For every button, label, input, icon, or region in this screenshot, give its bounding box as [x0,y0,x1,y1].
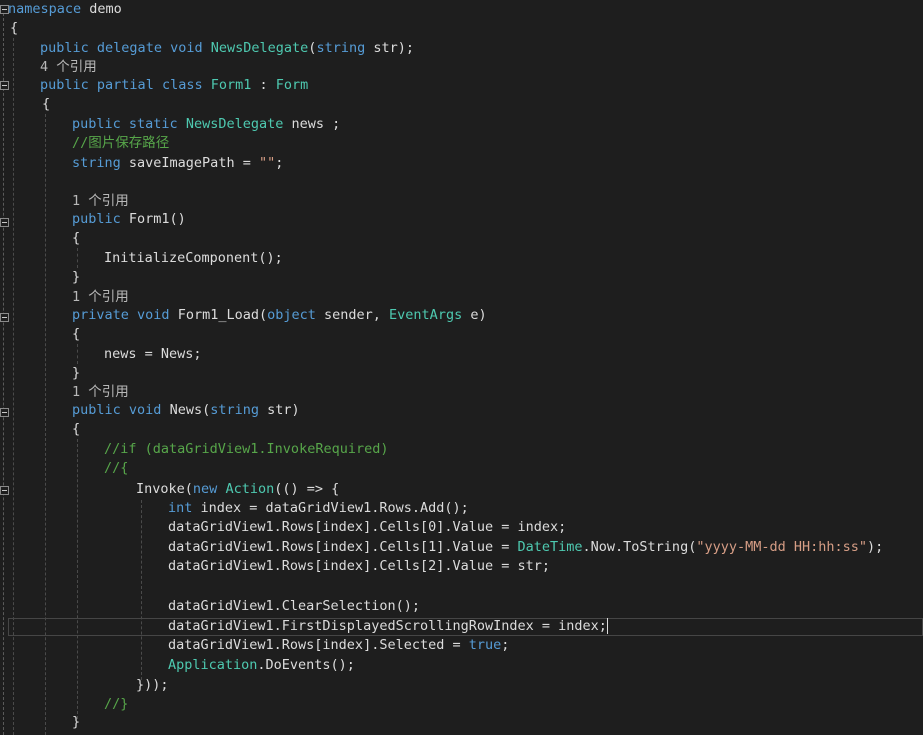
code-line[interactable]: private void Form1_Load(object sender, E… [72,306,487,326]
code-line[interactable]: dataGridView1.ClearSelection(); [168,597,420,617]
codelens-reference-count[interactable]: 1 个引用 [72,383,129,403]
code-line[interactable]: InitializeComponent(); [104,249,283,269]
codelens-reference-count[interactable]: 4 个引用 [40,58,97,78]
fold-toggle-invoke-icon[interactable] [0,486,9,495]
code-line[interactable]: namespace demo [8,0,122,20]
keyword: namespace [8,1,82,17]
code-line[interactable]: { [72,325,80,345]
code-line[interactable]: dataGridView1.Rows[index].Selected = tru… [168,636,509,656]
code-line[interactable]: dataGridView1.Rows[index].Cells[2].Value… [168,557,550,577]
fold-toggle-class-icon[interactable] [0,81,9,90]
fold-toggle-constructor-icon[interactable] [0,218,9,227]
indent-guide [141,500,142,680]
code-line[interactable]: public static NewsDelegate news ; [72,115,340,135]
code-line[interactable]: dataGridView1.Rows[index].Cells[1].Value… [168,538,883,558]
text-caret [606,618,608,634]
indent-guide [77,344,78,364]
code-editor[interactable]: namespace demo { public delegate void Ne… [0,0,923,735]
code-line[interactable]: } [72,268,80,288]
codelens-reference-count[interactable]: 1 个引用 [72,192,129,212]
code-line[interactable]: public Form1() [72,210,186,230]
code-line[interactable]: Invoke(new Action(() => { [136,480,339,500]
fold-toggle-news-method-icon[interactable] [0,408,9,417]
code-comment[interactable]: //图片保存路径 [72,134,169,154]
code-comment[interactable]: //{ [104,459,128,479]
code-line[interactable]: { [72,420,80,440]
code-line[interactable]: string saveImagePath = ""; [72,154,283,174]
indent-guide [45,114,46,735]
code-line[interactable]: })); [136,676,169,696]
code-line[interactable]: dataGridView1.FirstDisplayedScrollingRow… [168,617,608,637]
indent-guide [77,439,78,719]
code-line[interactable]: { [10,19,18,39]
code-comment[interactable]: //} [104,695,128,715]
code-comment[interactable]: //if (dataGridView1.InvokeRequired) [104,440,388,460]
code-line[interactable]: public partial class Form1 : Form [40,76,308,96]
code-line[interactable]: int index = dataGridView1.Rows.Add(); [168,499,469,519]
codelens-reference-count[interactable]: 1 个引用 [72,288,129,308]
outline-gutter [3,8,4,735]
code-line[interactable]: public void News(string str) [72,401,300,421]
code-line[interactable]: { [72,229,80,249]
code-line[interactable]: public delegate void NewsDelegate(string… [40,39,414,59]
indent-guide [77,248,78,268]
code-line[interactable]: { [42,95,50,115]
code-line[interactable]: news = News; [104,345,202,365]
fold-toggle-form-load-icon[interactable] [0,313,9,322]
code-line[interactable]: dataGridView1.Rows[index].Cells[0].Value… [168,518,566,538]
code-line[interactable]: } [72,713,80,733]
code-line[interactable]: } [72,364,80,384]
code-line[interactable]: Application.DoEvents(); [168,656,355,676]
